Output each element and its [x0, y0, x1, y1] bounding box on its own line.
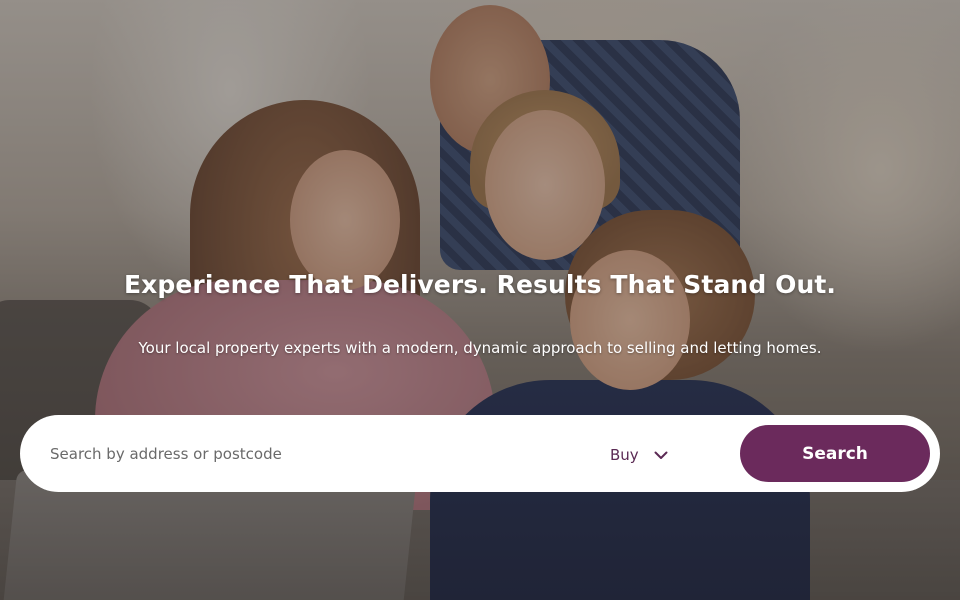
- property-search-bar: Buy Search: [20, 415, 940, 492]
- search-input[interactable]: [48, 433, 592, 475]
- hero-section: Experience That Delivers. Results That S…: [0, 0, 960, 600]
- chevron-down-icon: [654, 451, 668, 459]
- listing-type-select[interactable]: Buy: [610, 437, 669, 473]
- search-button[interactable]: Search: [740, 425, 930, 482]
- hero-headline: Experience That Delivers. Results That S…: [123, 270, 837, 299]
- hero-overlay: [0, 0, 960, 600]
- hero-subheadline: Your local property experts with a moder…: [138, 339, 822, 357]
- listing-type-value: Buy: [610, 446, 639, 464]
